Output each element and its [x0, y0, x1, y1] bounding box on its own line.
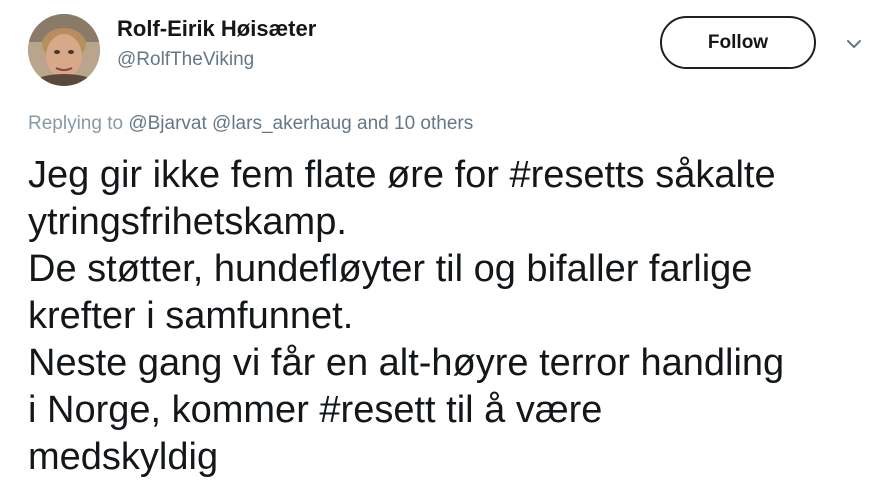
reply-context: Replying to @Bjarvat @lars_akerhaug and … [28, 110, 473, 138]
avatar-image [28, 14, 100, 86]
avatar[interactable] [28, 14, 100, 86]
tweet-text-line: krefter i samfunnet. [28, 295, 354, 337]
tweet-text-line: Jeg gir ikke fem flate øre for #resetts … [28, 154, 776, 196]
reply-mention[interactable]: @Bjarvat [128, 113, 206, 134]
chevron-down-icon[interactable] [842, 34, 866, 54]
user-info: Rolf-Eirik Høisæter @RolfTheViking [117, 14, 316, 73]
tweet-text: Jeg gir ikke fem flate øre for #resetts … [28, 152, 878, 481]
follow-button[interactable]: Follow [660, 16, 816, 69]
reply-mention[interactable]: @lars_akerhaug [212, 113, 352, 134]
tweet-text-line: ytringsfrihetskamp. [28, 201, 347, 243]
tweet-text-line: De støtter, hundefløyter til og bifaller… [28, 248, 753, 290]
tweet-text-line: medskyldig [28, 436, 219, 478]
reply-prefix: Replying to [28, 113, 124, 134]
tweet: Rolf-Eirik Høisæter @RolfTheViking Follo… [0, 0, 883, 500]
tweet-text-line: i Norge, kommer #resett til å være [28, 389, 603, 431]
reply-others[interactable]: and 10 others [357, 113, 473, 134]
tweet-text-line: Neste gang vi får en alt-høyre terror ha… [28, 342, 785, 384]
display-name[interactable]: Rolf-Eirik Høisæter [117, 14, 316, 44]
user-handle[interactable]: @RolfTheViking [117, 47, 316, 73]
